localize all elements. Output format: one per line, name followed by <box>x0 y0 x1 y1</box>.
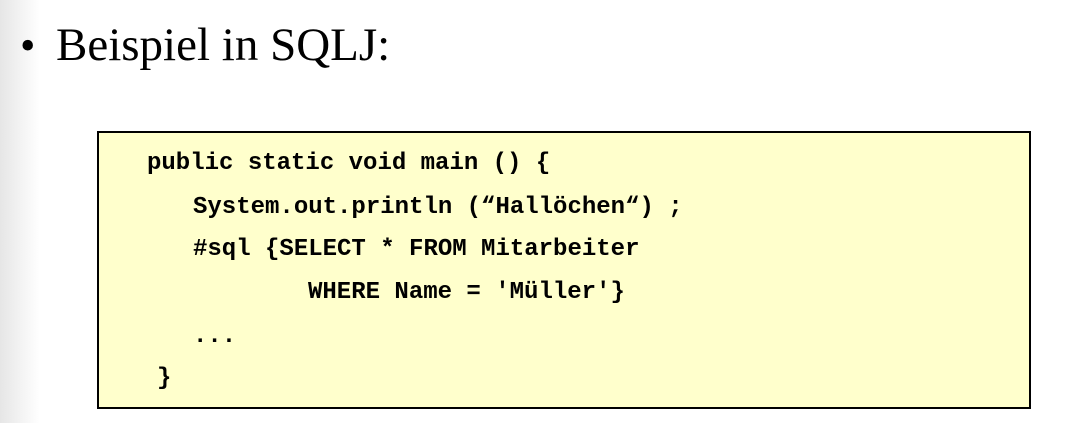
bullet-icon: • <box>20 20 36 70</box>
code-line: ... <box>193 323 237 350</box>
code-line: System.out.println (“Hallöchen“) ; <box>193 194 683 221</box>
code-line: #sql {SELECT * FROM Mitarbeiter <box>193 236 640 263</box>
code-block: public static void main () { System.out.… <box>97 131 1031 409</box>
code-line: WHERE Name = 'Müller'} <box>308 279 625 306</box>
bullet-item: • Beispiel in SQLJ: <box>20 14 390 76</box>
slide-heading: Beispiel in SQLJ: <box>56 19 391 71</box>
code-line: } <box>157 365 172 392</box>
code-line: public static void main () { <box>147 150 551 177</box>
